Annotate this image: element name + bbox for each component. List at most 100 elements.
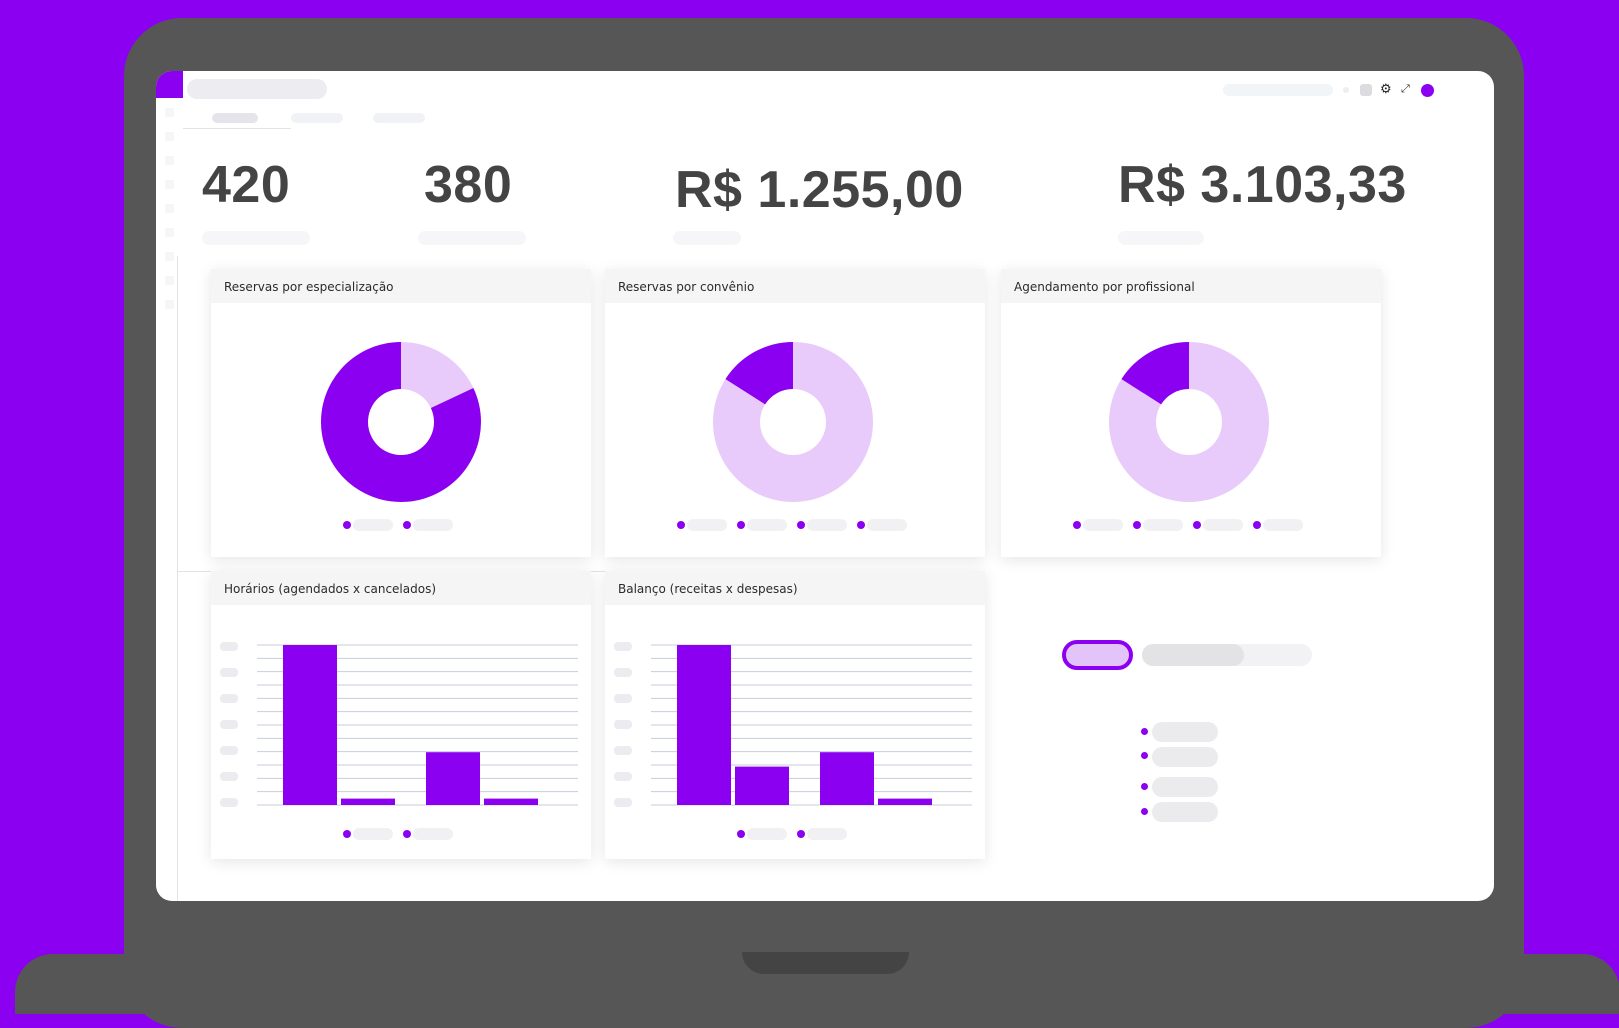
card-horarios: Horários (agendados x cancelados) — [211, 571, 591, 859]
legend-dot — [343, 830, 351, 838]
card-balanco: Balanço (receitas x despesas) — [605, 571, 985, 859]
legend-dot — [1253, 521, 1261, 529]
sidebar-icon[interactable] — [165, 156, 174, 165]
bar-chart — [614, 642, 972, 807]
sidebar-icon[interactable] — [165, 132, 174, 141]
search-input[interactable] — [1223, 84, 1333, 96]
sidebar-icon[interactable] — [165, 204, 174, 213]
stat-label-3 — [673, 231, 741, 245]
legend-label — [1143, 519, 1183, 531]
status-icon — [1343, 87, 1349, 93]
legend-dot — [403, 521, 411, 529]
legend-dot — [1193, 521, 1201, 529]
legend-label — [353, 828, 393, 840]
stat-value-2: 380 — [424, 156, 513, 214]
legend-label — [353, 519, 393, 531]
legend-dot — [797, 521, 805, 529]
square-icon[interactable] — [1360, 84, 1372, 96]
y-tick-label — [614, 642, 632, 651]
legend-label — [807, 519, 847, 531]
stat-label-4 — [1118, 231, 1204, 245]
legend-dot — [857, 521, 865, 529]
legend-label — [1263, 519, 1303, 531]
stat-value-1: 420 — [202, 156, 291, 214]
legend-label — [1152, 777, 1218, 797]
donut-chart — [321, 342, 481, 502]
gear-icon[interactable]: ⚙ — [1380, 82, 1392, 96]
sidebar-accent — [156, 71, 183, 98]
tab-1[interactable] — [212, 113, 258, 123]
legend-label — [413, 519, 453, 531]
legend-dot — [1141, 752, 1148, 759]
y-tick-label — [220, 694, 238, 703]
toggle-pill[interactable] — [1062, 640, 1133, 670]
legend-label — [1083, 519, 1123, 531]
legend-dot — [677, 521, 685, 529]
bar[interactable] — [484, 798, 538, 805]
y-tick-label — [220, 668, 238, 677]
background-layer-outline — [183, 128, 291, 130]
y-tick-label — [220, 772, 238, 781]
card-agendamento-profissional: Agendamento por profissional — [1001, 269, 1381, 557]
donut-chart — [713, 342, 873, 502]
y-tick-label — [614, 798, 632, 807]
background-layer-outline — [177, 256, 179, 901]
legend-label — [807, 828, 847, 840]
card-reservas-convenio: Reservas por convênio — [605, 269, 985, 557]
bar[interactable] — [735, 766, 789, 805]
page-title-placeholder — [187, 79, 327, 99]
y-tick-label — [614, 772, 632, 781]
legend-dot — [1141, 728, 1148, 735]
expand-icon[interactable]: ⤢ — [1401, 82, 1410, 96]
sidebar-icon[interactable] — [165, 180, 174, 189]
legend-label — [747, 519, 787, 531]
y-tick-label — [614, 668, 632, 677]
sidebar-icon[interactable] — [165, 276, 174, 285]
sidebar-icon[interactable] — [165, 108, 174, 117]
bar[interactable] — [426, 752, 480, 805]
legend-dot — [1073, 521, 1081, 529]
legend-dot — [737, 521, 745, 529]
y-tick-label — [614, 720, 632, 729]
card-reservas-especializacao: Reservas por especialização — [211, 269, 591, 557]
y-tick-label — [220, 642, 238, 651]
legend-dot — [403, 830, 411, 838]
legend-dot — [797, 830, 805, 838]
sidebar-icon[interactable] — [165, 228, 174, 237]
bar[interactable] — [820, 752, 874, 805]
stat-value-4: R$ 3.103,33 — [1118, 156, 1407, 214]
sidebar-icon[interactable] — [165, 300, 174, 309]
legend-dot — [343, 521, 351, 529]
donut-chart — [1109, 342, 1269, 502]
stat-label-2 — [418, 231, 526, 245]
tab-2[interactable] — [291, 113, 343, 123]
legend-dot — [1141, 783, 1148, 790]
legend-label — [1152, 802, 1218, 822]
bar[interactable] — [878, 798, 932, 805]
bar[interactable] — [677, 645, 731, 805]
sidebar-icon[interactable] — [165, 252, 174, 261]
legend-label — [1152, 747, 1218, 767]
stat-label-1 — [202, 231, 310, 245]
bar[interactable] — [283, 645, 337, 805]
progress-fill — [1142, 644, 1244, 666]
avatar[interactable] — [1421, 84, 1434, 97]
bar[interactable] — [341, 798, 395, 805]
legend-label — [413, 828, 453, 840]
app-screen: ⚙ ⤢ 420 380 R$ 1.255,00 R$ 3.103,33 Rese… — [156, 71, 1494, 901]
legend-dot — [1133, 521, 1141, 529]
legend-label — [747, 828, 787, 840]
tab-3[interactable] — [373, 113, 425, 123]
legend-label — [687, 519, 727, 531]
laptop-notch — [742, 952, 909, 974]
bar-chart — [220, 642, 578, 807]
legend-label — [867, 519, 907, 531]
stat-value-3: R$ 1.255,00 — [675, 161, 964, 219]
y-tick-label — [614, 694, 632, 703]
legend-label — [1203, 519, 1243, 531]
y-tick-label — [220, 798, 238, 807]
y-tick-label — [220, 720, 238, 729]
legend-dot — [1141, 808, 1148, 815]
y-tick-label — [220, 746, 238, 755]
legend-label — [1152, 722, 1218, 742]
